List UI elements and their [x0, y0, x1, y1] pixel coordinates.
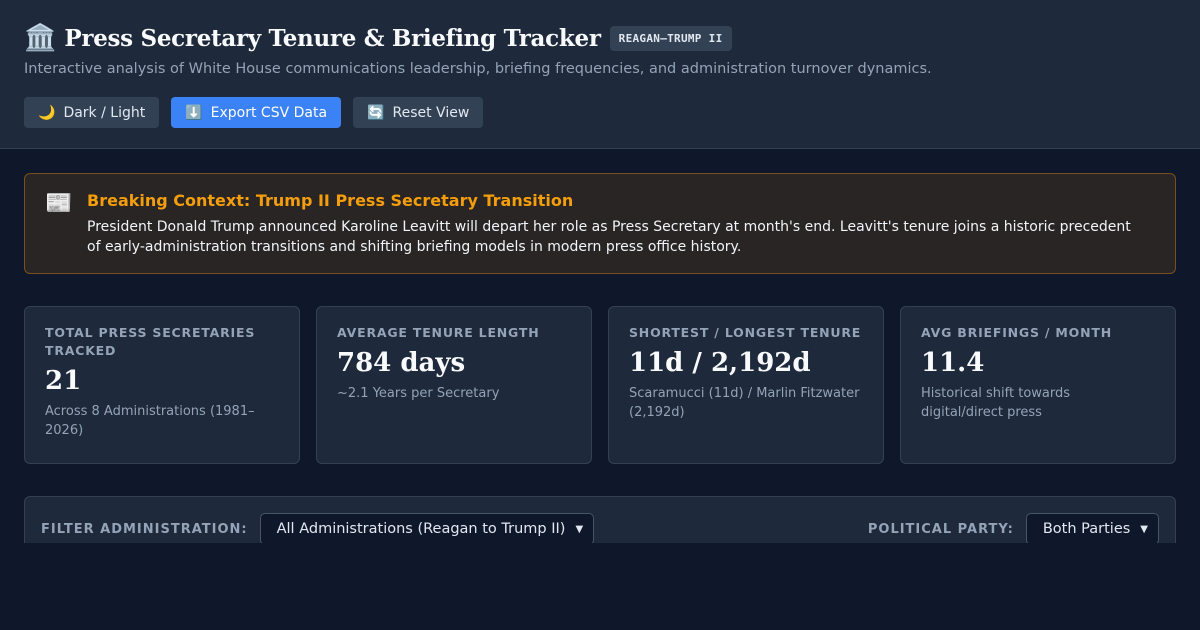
capitol-building-icon: 🏛️	[24, 23, 57, 53]
export-csv-button[interactable]: ⬇️ Export CSV Data	[171, 97, 342, 128]
chevron-down-icon: ▼	[1140, 523, 1148, 535]
page-title: Press Secretary Tenure & Briefing Tracke…	[64, 24, 601, 52]
viewport-bottom	[0, 543, 1200, 630]
download-icon: ⬇️	[185, 104, 203, 121]
export-csv-label: Export CSV Data	[210, 104, 328, 121]
stat-card-average-tenure: Average Tenure Length 784 days ~2.1 Year…	[316, 306, 592, 464]
administration-filter: Filter Administration: All Administratio…	[41, 513, 595, 545]
administration-filter-label: Filter Administration:	[41, 521, 248, 537]
alert-title: Breaking Context: Trump II Press Secreta…	[87, 191, 574, 210]
era-badge: REAGAN–TRUMP II	[609, 25, 732, 51]
header: 🏛️ Press Secretary Tenure & Briefing Tra…	[0, 0, 1200, 149]
stat-card-shortest-longest: Shortest / Longest Tenure 11d / 2,192d S…	[608, 306, 884, 464]
breaking-context-alert: 📰 Breaking Context: Trump II Press Secre…	[24, 173, 1176, 274]
title-row: 🏛️ Press Secretary Tenure & Briefing Tra…	[24, 23, 732, 53]
reset-view-label: Reset View	[392, 104, 470, 121]
stat-value: 11d / 2,192d	[629, 348, 811, 378]
stat-label: Avg Briefings / Month	[921, 325, 1112, 340]
theme-toggle-button[interactable]: 🌙 Dark / Light	[24, 97, 160, 128]
stats-cards: Total Press Secretaries Tracked 21 Acros…	[24, 306, 1176, 464]
party-select[interactable]: Both Parties ▼	[1025, 513, 1159, 545]
administration-select-value: All Administrations (Reagan to Trump II)	[276, 521, 566, 537]
party-select-value: Both Parties	[1042, 521, 1131, 537]
stat-card-total-secretaries: Total Press Secretaries Tracked 21 Acros…	[24, 306, 300, 464]
stat-note: Historical shift towards digital/direct …	[921, 386, 1071, 420]
newspaper-icon: 📰	[45, 191, 73, 216]
party-filter: Political Party: Both Parties ▼	[868, 513, 1159, 545]
stat-value: 784 days	[337, 348, 466, 378]
administration-select[interactable]: All Administrations (Reagan to Trump II)…	[259, 513, 595, 545]
party-filter-label: Political Party:	[867, 521, 1014, 537]
theme-toggle-label: Dark / Light	[63, 104, 146, 121]
stat-label: Average Tenure Length	[337, 325, 540, 340]
chevron-down-icon: ▼	[575, 523, 584, 535]
alert-body: Breaking Context: Trump II Press Secreta…	[87, 191, 1137, 273]
stat-label: Shortest / Longest Tenure	[629, 325, 862, 340]
alert-text: President Donald Trump announced Karolin…	[87, 219, 1131, 255]
stat-note: Scaramucci (11d) / Marlin Fitzwater (2,1…	[629, 386, 860, 420]
stat-note: ~2.1 Years per Secretary	[337, 386, 500, 401]
refresh-icon: 🔄	[367, 104, 385, 121]
reset-view-button[interactable]: 🔄 Reset View	[353, 97, 484, 128]
page-subtitle: Interactive analysis of White House comm…	[24, 61, 932, 77]
stat-value: 11.4	[921, 348, 985, 378]
stat-card-avg-briefings: Avg Briefings / Month 11.4 Historical sh…	[900, 306, 1176, 464]
moon-icon: 🌙	[38, 104, 56, 121]
stat-label: Total Press Secretaries Tracked	[45, 325, 256, 358]
stat-value: 21	[45, 366, 82, 396]
toolbar: 🌙 Dark / Light ⬇️ Export CSV Data 🔄 Rese…	[24, 97, 484, 128]
stat-note: Across 8 Administrations (1981–2026)	[45, 404, 255, 438]
